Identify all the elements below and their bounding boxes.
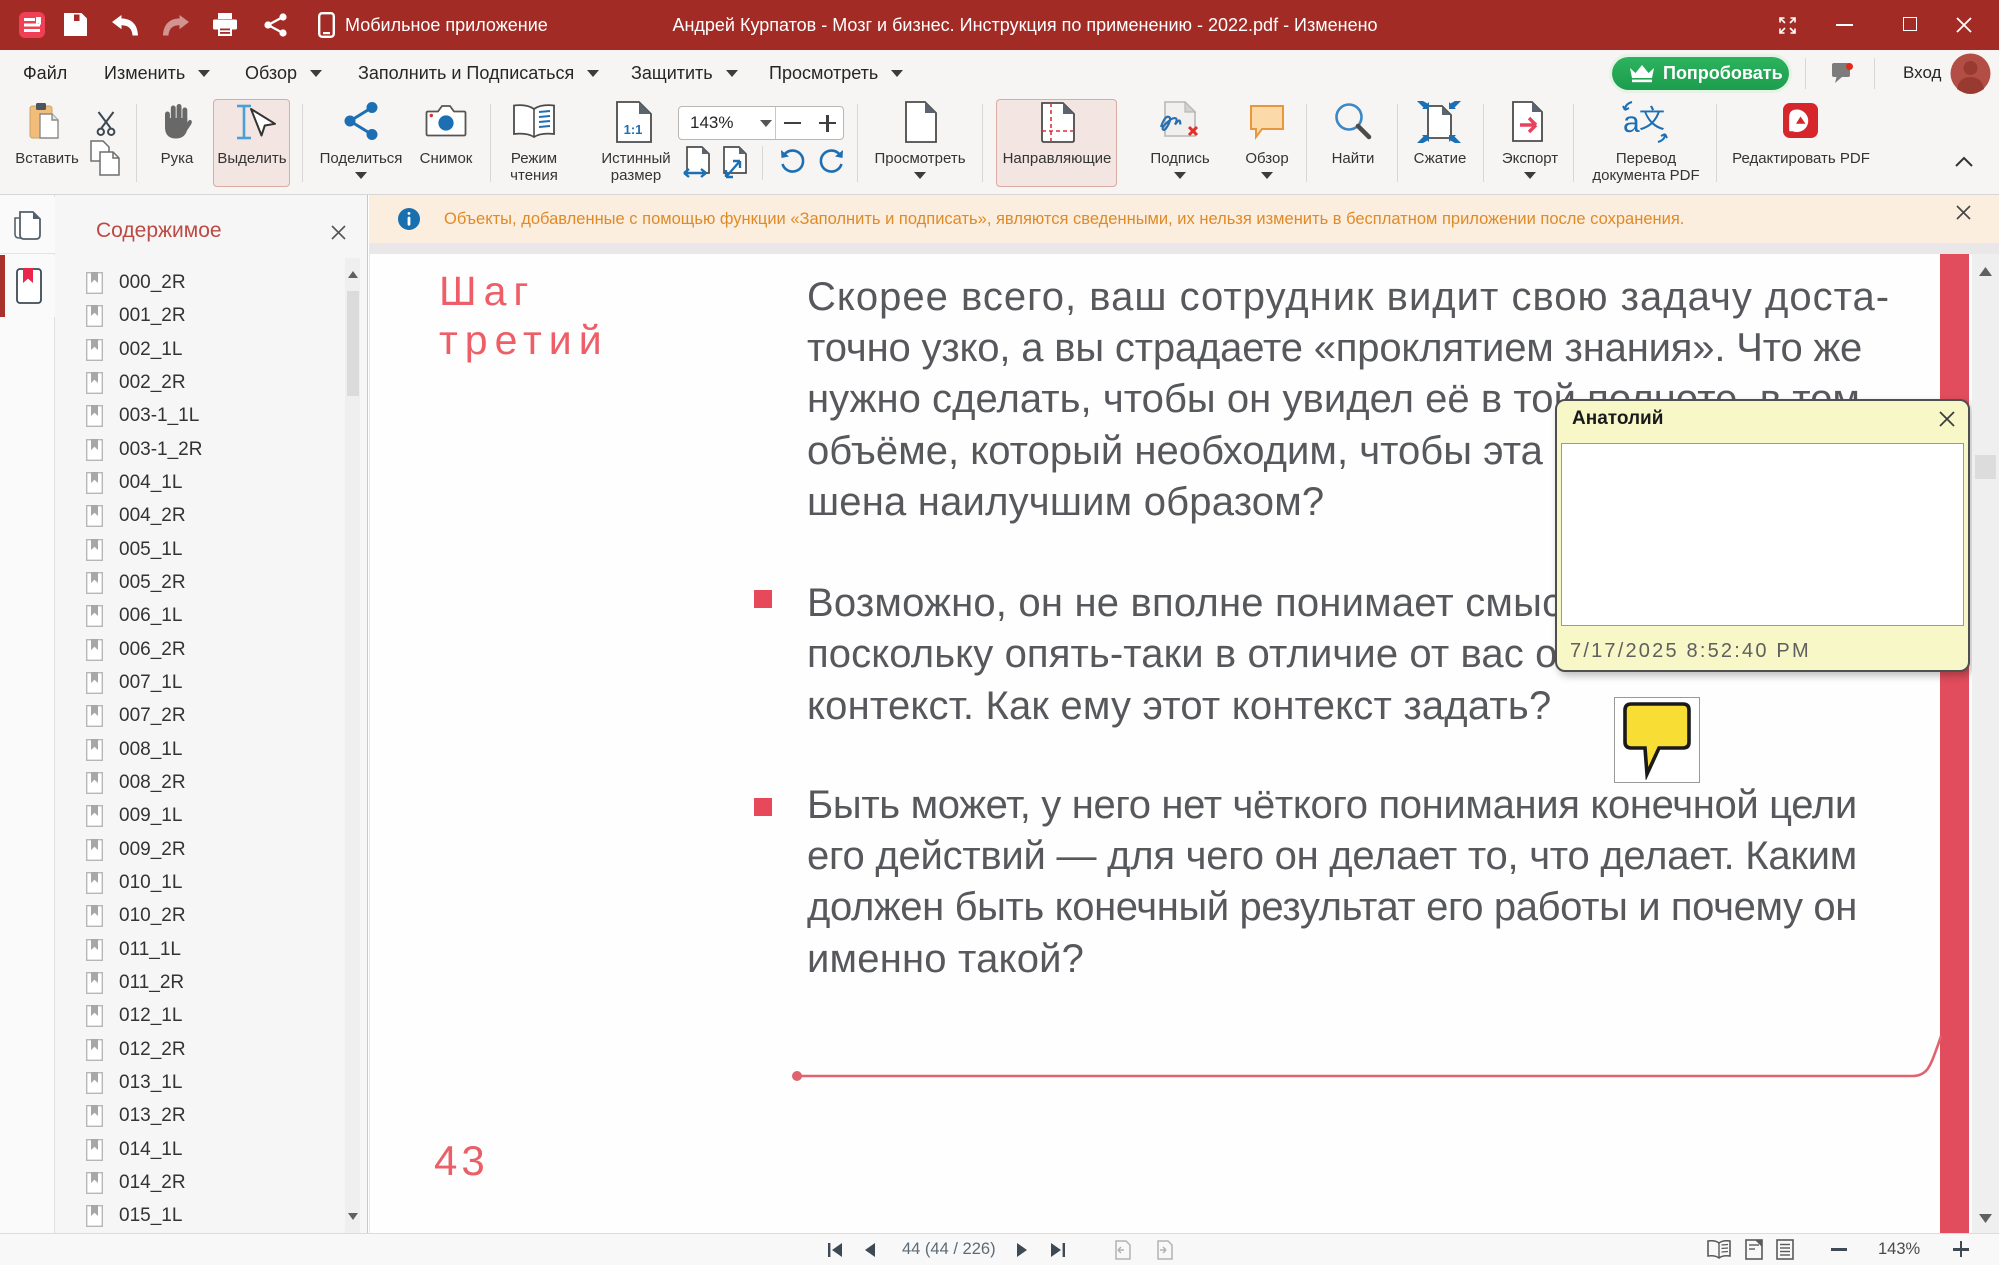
svg-text:a: a <box>1623 106 1640 139</box>
svg-text:1:1: 1:1 <box>624 122 643 137</box>
svg-text:文: 文 <box>1639 104 1665 134</box>
